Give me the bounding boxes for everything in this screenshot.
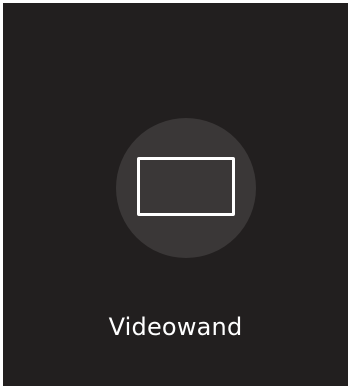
videowand-tile[interactable]: Videowand bbox=[3, 3, 348, 386]
single-screen-icon bbox=[137, 157, 235, 216]
icon-circle bbox=[116, 118, 256, 258]
tile-label: Videowand bbox=[108, 313, 243, 341]
